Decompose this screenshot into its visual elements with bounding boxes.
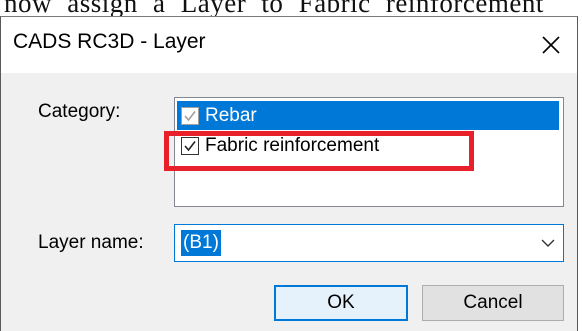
category-item-label: Rebar: [205, 104, 257, 126]
category-label: Category:: [38, 101, 121, 122]
category-item-fabric-reinforcement[interactable]: Fabric reinforcement: [177, 131, 559, 160]
category-item-label: Fabric reinforcement: [205, 134, 380, 156]
category-item-rebar[interactable]: Rebar: [177, 101, 559, 130]
chevron-down-icon[interactable]: [539, 236, 557, 250]
title-bar[interactable]: CADS RC3D - Layer: [1, 17, 577, 73]
close-button[interactable]: [529, 23, 573, 67]
dialog-title: CADS RC3D - Layer: [13, 30, 206, 53]
layer-dialog: CADS RC3D - Layer Category: Rebar Fabric…: [0, 16, 578, 331]
rebar-checkbox[interactable]: [181, 106, 199, 125]
cancel-button[interactable]: Cancel: [422, 285, 564, 321]
fabric-reinforcement-checkbox[interactable]: [181, 136, 199, 155]
layer-name-value[interactable]: (B1): [181, 230, 221, 256]
close-icon: [541, 35, 561, 55]
category-listbox[interactable]: Rebar Fabric reinforcement: [174, 97, 564, 207]
page: now assign a Layer to Fabric reinforceme…: [0, 0, 582, 331]
checkmark-icon: [184, 140, 196, 151]
checkmark-icon: [184, 110, 196, 121]
layer-name-combobox[interactable]: (B1): [174, 224, 564, 262]
layer-name-label: Layer name:: [38, 232, 144, 253]
ok-button[interactable]: OK: [274, 285, 408, 321]
